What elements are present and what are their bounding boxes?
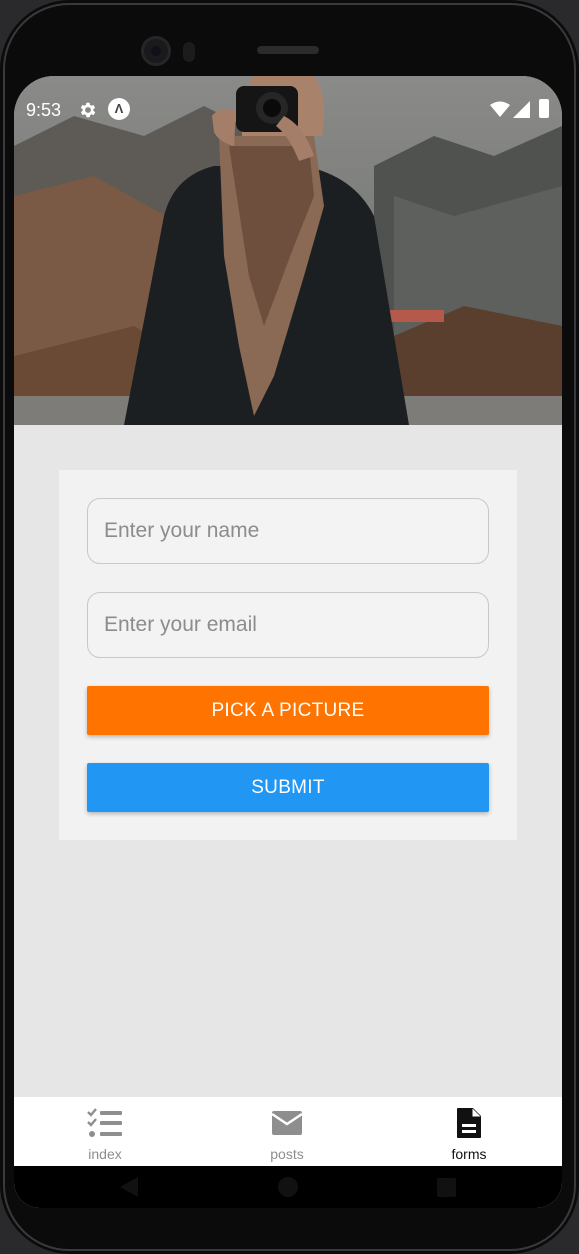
phone-frame: 9:53 Λ PICK A PICTURE SUBMIT [0,0,579,1254]
submit-button[interactable]: SUBMIT [87,763,489,812]
gear-icon [80,102,96,118]
app-screen: 9:53 Λ PICK A PICTURE SUBMIT [14,76,562,1208]
back-triangle-icon [120,1177,138,1197]
pick-picture-button[interactable]: PICK A PICTURE [87,686,489,735]
android-navigation-bar [14,1166,562,1208]
front-camera [141,36,171,66]
recents-square-icon [437,1178,456,1197]
form-card: PICK A PICTURE SUBMIT [59,470,517,840]
checklist-icon [87,1108,122,1137]
signal-icon [513,101,530,118]
tab-posts-label: posts [270,1146,304,1162]
tab-forms[interactable]: forms [378,1097,560,1166]
name-input[interactable] [87,498,489,564]
tab-posts[interactable]: posts [196,1097,378,1166]
wifi-icon [490,101,510,117]
status-bar: 9:53 Λ [14,76,562,146]
status-time: 9:53 [26,100,62,120]
tab-index[interactable]: index [14,1097,196,1166]
nav-back-button[interactable] [109,1166,149,1208]
nav-home-button[interactable] [268,1166,308,1208]
battery-icon [539,99,549,118]
earpiece-speaker [257,46,319,54]
tab-forms-label: forms [451,1146,487,1162]
document-icon [457,1108,481,1138]
expo-app-icon: Λ [108,98,130,120]
home-circle-icon [278,1177,298,1197]
tab-index-label: index [88,1146,122,1162]
proximity-sensor [183,42,195,62]
nav-recents-button[interactable] [426,1166,466,1208]
mail-icon [271,1111,303,1135]
email-input[interactable] [87,592,489,658]
bottom-tab-bar: index posts forms [14,1097,562,1166]
